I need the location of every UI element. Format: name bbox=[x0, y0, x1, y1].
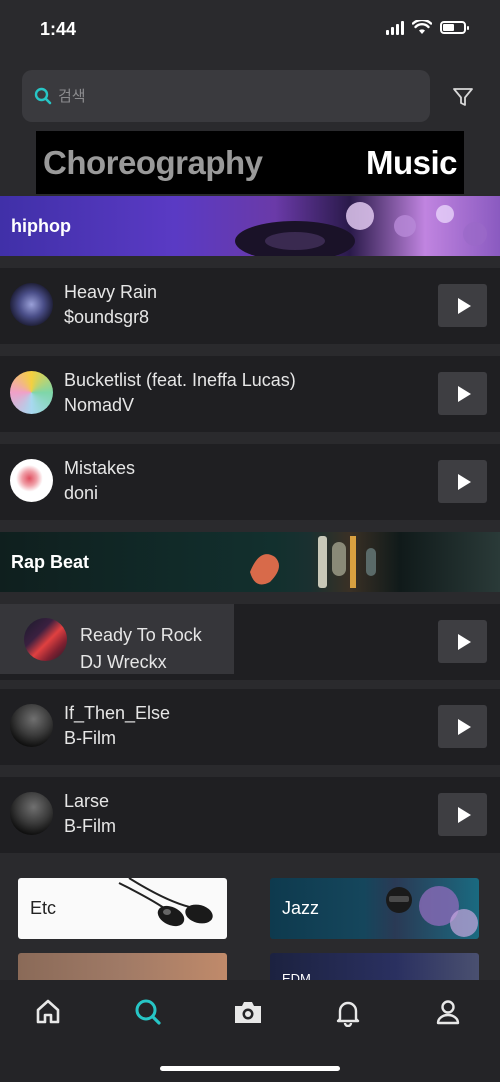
category-banner-hiphop[interactable]: hiphop bbox=[0, 196, 500, 256]
track-title: If_Then_Else bbox=[64, 703, 171, 723]
track-artist: DJ Wreckx bbox=[80, 652, 167, 672]
earbuds-image bbox=[118, 878, 213, 927]
track-artist: B-Film bbox=[64, 728, 116, 748]
rap-beat-banner-image bbox=[250, 536, 376, 588]
track-row[interactable]: Larse B-Film bbox=[0, 777, 500, 853]
track-title: Heavy Rain bbox=[64, 282, 158, 302]
track-title: Bucketlist (feat. Ineffa Lucas) bbox=[64, 370, 296, 390]
genre-card-jazz[interactable]: Jazz bbox=[270, 878, 479, 939]
tab-choreography[interactable]: Choreography bbox=[43, 144, 263, 182]
profile-tab[interactable] bbox=[432, 996, 464, 1028]
track-title: Larse bbox=[64, 791, 110, 811]
album-art bbox=[10, 792, 53, 835]
hiphop-banner-image bbox=[235, 202, 487, 256]
wifi-icon bbox=[412, 20, 432, 34]
status-bar: 1:44 bbox=[0, 0, 500, 62]
search-icon bbox=[34, 87, 52, 105]
search-bar[interactable] bbox=[22, 70, 430, 122]
home-indicator[interactable] bbox=[160, 1066, 340, 1071]
play-button[interactable] bbox=[438, 284, 487, 327]
track-row[interactable]: If_Then_Else B-Film bbox=[0, 689, 500, 765]
track-artist: doni bbox=[64, 483, 99, 503]
track-row[interactable]: Ready To Rock DJ Wreckx bbox=[0, 604, 500, 680]
album-art bbox=[10, 371, 53, 414]
genre-card-etc[interactable]: Etc bbox=[18, 878, 227, 939]
jazz-image bbox=[386, 886, 478, 937]
track-title: Ready To Rock bbox=[80, 625, 202, 645]
genre-label: Etc bbox=[30, 898, 57, 918]
battery-icon bbox=[440, 21, 469, 34]
play-button[interactable] bbox=[438, 793, 487, 836]
album-art bbox=[10, 704, 53, 747]
status-time: 1:44 bbox=[40, 19, 77, 39]
tab-music[interactable]: Music bbox=[366, 144, 458, 182]
track-artist: B-Film bbox=[64, 816, 116, 836]
genre-label: EDM bbox=[282, 971, 311, 980]
track-artist: $oundsgr8 bbox=[64, 307, 150, 327]
search-icon bbox=[135, 999, 161, 1025]
category-banner-rap-beat[interactable]: Rap Beat bbox=[0, 532, 500, 592]
bell-icon bbox=[336, 1001, 360, 1027]
album-art bbox=[10, 283, 53, 326]
profile-icon bbox=[436, 1000, 460, 1025]
search-input[interactable] bbox=[58, 87, 398, 105]
content-tabs: Choreography Music bbox=[36, 131, 464, 194]
genre-card-edm[interactable]: EDM bbox=[270, 953, 479, 980]
play-button[interactable] bbox=[438, 460, 487, 503]
camera-tab[interactable] bbox=[232, 996, 264, 1028]
camera-icon bbox=[235, 1002, 261, 1023]
music-list: hiphop Heavy Rain $oundsgr8 Bucketlist (… bbox=[0, 196, 500, 853]
album-art bbox=[10, 459, 53, 502]
play-button[interactable] bbox=[438, 372, 487, 415]
track-row[interactable]: Heavy Rain $oundsgr8 bbox=[0, 268, 500, 344]
genre-card-3[interactable] bbox=[18, 953, 227, 980]
home-icon bbox=[36, 999, 60, 1024]
category-label: Rap Beat bbox=[11, 551, 90, 572]
search-tab[interactable] bbox=[132, 996, 164, 1028]
genre-cards: Etc Jazz EDM bbox=[0, 868, 500, 980]
status-icons bbox=[386, 20, 469, 35]
track-artist: NomadV bbox=[64, 395, 135, 415]
category-label: hiphop bbox=[11, 215, 71, 236]
cellular-signal-icon bbox=[386, 20, 404, 35]
track-row[interactable]: Mistakes doni bbox=[0, 444, 500, 520]
genre-label: Jazz bbox=[282, 898, 320, 918]
filter-icon bbox=[453, 88, 473, 106]
album-art bbox=[24, 618, 67, 661]
filter-button[interactable] bbox=[446, 80, 480, 114]
track-row[interactable]: Bucketlist (feat. Ineffa Lucas) NomadV bbox=[0, 356, 500, 432]
play-button[interactable] bbox=[438, 705, 487, 748]
home-tab[interactable] bbox=[32, 996, 64, 1028]
play-button[interactable] bbox=[438, 620, 487, 663]
notifications-tab[interactable] bbox=[332, 996, 364, 1028]
track-title: Mistakes bbox=[64, 458, 136, 478]
